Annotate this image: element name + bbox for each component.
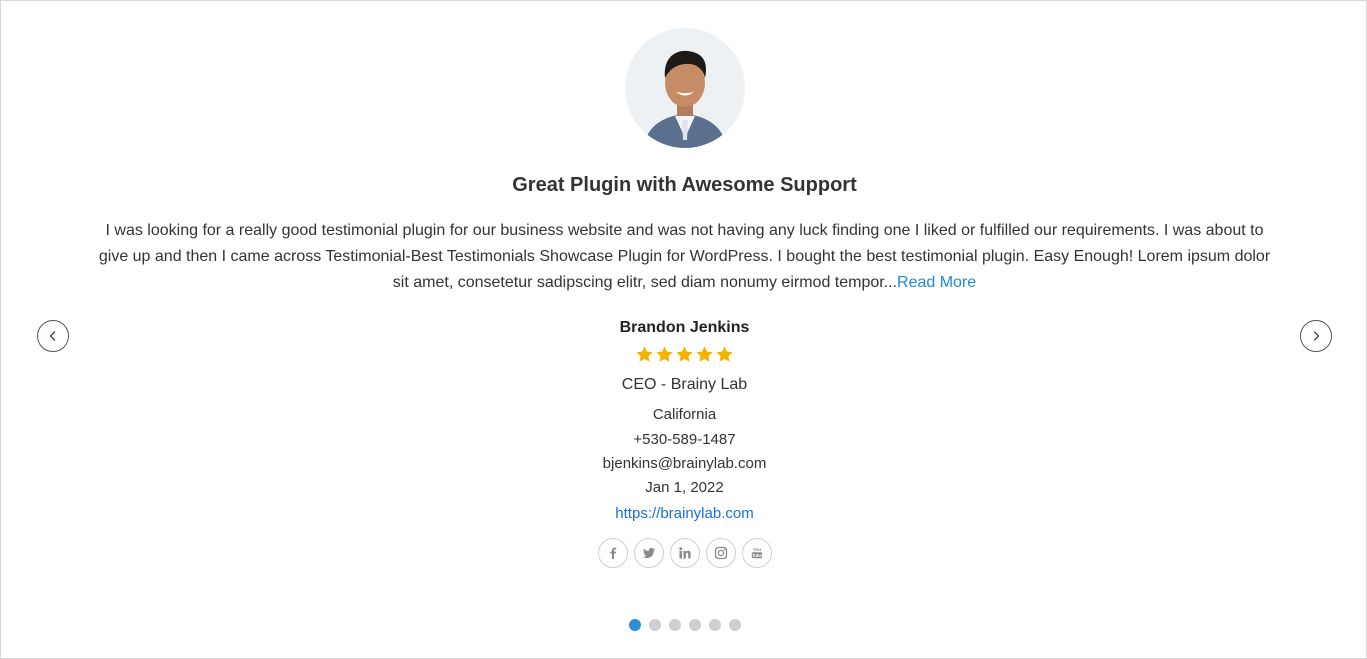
pagination-dot[interactable]	[648, 619, 661, 631]
youtube-icon: You Tube	[751, 547, 762, 559]
instagram-link[interactable]	[705, 538, 736, 568]
testimonial-title: Great Plugin with Awesome Support	[512, 174, 857, 196]
avatar	[625, 28, 745, 148]
facebook-icon	[609, 547, 616, 559]
pagination-dot[interactable]	[728, 619, 741, 631]
twitter-icon	[642, 548, 655, 558]
testimonial-body: I was looking for a really good testimon…	[98, 222, 1271, 291]
star-icon	[676, 346, 693, 362]
star-icon	[656, 346, 673, 362]
testimonial-text: I was looking for a really good testimon…	[97, 218, 1272, 296]
linkedin-icon	[678, 547, 691, 559]
reviewer-phone: +530-589-1487	[633, 431, 736, 448]
facebook-link[interactable]	[597, 538, 628, 568]
linkedin-link[interactable]	[669, 538, 700, 568]
star-icon	[696, 346, 713, 362]
pagination-dot[interactable]	[628, 619, 641, 631]
website-row: https://brainylab.com	[1, 504, 1367, 524]
svg-text:Tube: Tube	[752, 553, 762, 558]
social-links: You Tube	[1, 538, 1367, 568]
reviewer-email: bjenkins@brainylab.com	[602, 455, 767, 472]
youtube-link[interactable]: You Tube	[741, 538, 772, 568]
pagination-dot[interactable]	[708, 619, 721, 631]
reviewer-location: California	[652, 406, 717, 423]
svg-text:You: You	[752, 547, 761, 552]
testimonial-date: Jan 1, 2022	[645, 479, 724, 496]
star-icon	[636, 346, 653, 362]
person-photo-icon	[625, 28, 745, 148]
star-icon	[716, 346, 733, 362]
pagination-dot[interactable]	[688, 619, 701, 631]
read-more-link[interactable]: Read More	[897, 274, 976, 291]
star-rating	[1, 345, 1367, 364]
reviewer-role: CEO - Brainy Lab	[621, 376, 748, 393]
testimonial-slider: Great Plugin with Awesome Support I was …	[0, 0, 1367, 659]
reviewer-name: Brandon Jenkins	[619, 319, 750, 336]
website-link[interactable]: https://brainylab.com	[615, 505, 753, 522]
twitter-link[interactable]	[633, 538, 664, 568]
pagination-dot[interactable]	[668, 619, 681, 631]
slider-pagination	[1, 619, 1367, 631]
instagram-icon	[714, 546, 727, 560]
